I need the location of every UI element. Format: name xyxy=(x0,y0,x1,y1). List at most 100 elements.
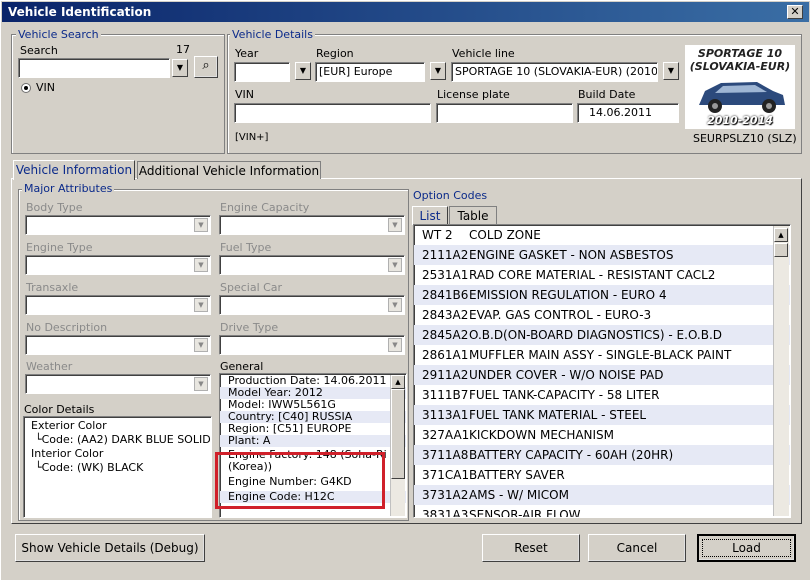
option-code: 327AA1 xyxy=(422,428,470,442)
vehicle-image: SPORTAGE 10 (SLOVAKIA-EUR) 2010-2014 xyxy=(685,45,795,129)
year-dropdown-button[interactable]: ▼ xyxy=(295,62,311,80)
tab-list[interactable]: List xyxy=(412,206,448,225)
option-row[interactable]: 2861A1 MUFFLER MAIN ASSY - SINGLE-BLACK P… xyxy=(414,345,790,365)
transaxle-label: Transaxle xyxy=(26,281,79,294)
drive-type-label: Drive Type xyxy=(220,321,279,334)
option-code: 2911A2 xyxy=(422,368,469,382)
option-code: WT 2 xyxy=(422,228,453,242)
option-desc: BATTERY CAPACITY - 60AH (20HR) xyxy=(469,448,674,462)
tab-table[interactable]: Table xyxy=(449,206,497,224)
vin-radio-label: VIN xyxy=(36,81,55,94)
tab-vehicle-information[interactable]: Vehicle Information xyxy=(13,160,135,180)
highlight-box xyxy=(215,452,385,509)
option-desc: MUFFLER MAIN ASSY - SINGLE-BLACK PAINT xyxy=(469,348,732,362)
transaxle-select[interactable]: ▼ xyxy=(25,295,211,315)
scroll-thumb[interactable] xyxy=(774,243,788,257)
no-description-select[interactable]: ▼ xyxy=(25,335,211,355)
color-details-tree[interactable]: Exterior Color └Code: (AA2) DARK BLUE SO… xyxy=(23,416,212,518)
search-label: Search xyxy=(20,44,58,57)
tab-additional-vehicle-information[interactable]: Additional Vehicle Information xyxy=(137,161,321,179)
search-count: 17 xyxy=(176,43,190,56)
option-code: 2845A2 xyxy=(422,328,469,342)
option-code: 2111A2 xyxy=(422,248,469,262)
interior-color-code[interactable]: └Code: (WK) BLACK xyxy=(24,461,211,475)
search-input[interactable] xyxy=(18,58,170,78)
engine-capacity-label: Engine Capacity xyxy=(220,201,310,214)
vehicle-line-dropdown-button[interactable]: ▼ xyxy=(663,62,679,80)
general-scrollbar[interactable]: ▲ xyxy=(390,375,405,516)
option-codes-scrollbar[interactable]: ▲ xyxy=(773,226,789,516)
option-desc: RAD CORE MATERIAL - RESISTANT CACL2 xyxy=(469,268,716,282)
option-row[interactable]: 2911A2 UNDER COVER - W/O NOISE PAD xyxy=(414,365,790,385)
exterior-color-node[interactable]: Exterior Color xyxy=(24,419,211,433)
no-description-label: No Description xyxy=(26,321,108,334)
option-code: 3711A8 xyxy=(422,448,469,462)
special-car-select[interactable]: ▼ xyxy=(219,295,405,315)
option-row[interactable]: 3111B7 FUEL TANK-CAPACITY - 58 LITER xyxy=(414,385,790,405)
engine-type-select[interactable]: ▼ xyxy=(25,255,211,275)
vehicle-identification-window: Vehicle Identification ✕ Vehicle Search … xyxy=(0,0,811,581)
weather-select[interactable]: ▼ xyxy=(25,374,211,394)
scroll-up-icon[interactable]: ▲ xyxy=(391,375,405,389)
scroll-up-icon[interactable]: ▲ xyxy=(774,228,788,242)
engine-capacity-select[interactable]: ▼ xyxy=(219,215,405,235)
option-row[interactable]: 2843A2 EVAP. GAS CONTROL - EURO-3 xyxy=(414,305,790,325)
option-desc: BATTERY SAVER xyxy=(469,468,565,482)
option-row[interactable]: 327AA1 KICKDOWN MECHANISM xyxy=(414,425,790,445)
tab-list-label: List xyxy=(419,209,441,223)
drive-type-select[interactable]: ▼ xyxy=(219,335,405,355)
body-type-label: Body Type xyxy=(26,201,83,214)
load-button[interactable]: Load xyxy=(697,534,796,562)
option-desc: AMS - W/ MICOM xyxy=(469,488,569,502)
vehicle-image-years: 2010-2014 xyxy=(707,114,773,127)
vehicle-line-field[interactable]: SPORTAGE 10 (SLOVAKIA-EUR) (2010-2 xyxy=(451,62,658,82)
option-desc: SENSOR-AIR FLOW xyxy=(469,508,581,518)
vin-radio[interactable] xyxy=(21,83,31,93)
region-field[interactable]: [EUR] Europe xyxy=(315,62,425,82)
option-desc: COLD ZONE xyxy=(469,228,541,242)
option-row[interactable]: 3831A3 SENSOR-AIR FLOW xyxy=(414,505,790,518)
year-field[interactable] xyxy=(234,62,290,82)
vehicle-image-subtitle: (SLOVAKIA-EUR) xyxy=(689,60,791,73)
license-plate-field[interactable] xyxy=(436,103,573,123)
option-code: 2531A1 xyxy=(422,268,469,282)
option-row[interactable]: 2845A2 O.B.D(ON-BOARD DIAGNOSTICS) - E.O.… xyxy=(414,325,790,345)
vin-plus-link[interactable]: [VIN+] xyxy=(235,132,268,143)
license-plate-label: License plate xyxy=(437,88,510,101)
option-code: 3113A1 xyxy=(422,408,469,422)
search-icon[interactable]: ⌕ xyxy=(194,56,218,78)
vin-field[interactable] xyxy=(234,103,431,123)
fuel-type-select[interactable]: ▼ xyxy=(219,255,405,275)
option-row[interactable]: 3731A2 AMS - W/ MICOM xyxy=(414,485,790,505)
vehicle-image-title: SPORTAGE 10 xyxy=(697,47,783,60)
scroll-thumb[interactable] xyxy=(391,389,405,479)
region-dropdown-button[interactable]: ▼ xyxy=(430,62,446,80)
reset-button[interactable]: Reset xyxy=(482,534,580,562)
interior-color-node[interactable]: Interior Color xyxy=(24,447,211,461)
option-desc: FUEL TANK MATERIAL - STEEL xyxy=(469,408,647,422)
general-row: Plant: A xyxy=(220,435,406,447)
option-codes-list[interactable]: WT 2 COLD ZONE 2111A2 ENGINE GASKET - NON … xyxy=(413,224,791,518)
vehicle-details-label: Vehicle Details xyxy=(230,28,315,41)
option-row[interactable]: 371CA1 BATTERY SAVER xyxy=(414,465,790,485)
option-row[interactable]: 2531A1 RAD CORE MATERIAL - RESISTANT CACL… xyxy=(414,265,790,285)
cancel-button[interactable]: Cancel xyxy=(588,534,686,562)
exterior-color-code[interactable]: └Code: (AA2) DARK BLUE SOLID xyxy=(24,433,211,447)
option-codes-label: Option Codes xyxy=(413,189,488,202)
option-row[interactable]: 3113A1 FUEL TANK MATERIAL - STEEL xyxy=(414,405,790,425)
general-label: General xyxy=(220,360,264,373)
body-type-select[interactable]: ▼ xyxy=(25,215,211,235)
option-row[interactable]: 2111A2 ENGINE GASKET - NON ASBESTOS xyxy=(414,245,790,265)
close-icon[interactable]: ✕ xyxy=(787,5,803,19)
option-code: 2841B6 xyxy=(422,288,469,302)
build-date-field[interactable]: 14.06.2011 xyxy=(577,103,679,123)
option-row[interactable]: 3711A8 BATTERY CAPACITY - 60AH (20HR) xyxy=(414,445,790,465)
option-header-row[interactable]: WT 2 COLD ZONE xyxy=(414,225,790,245)
option-code: 3831A3 xyxy=(422,508,469,518)
search-dropdown-button[interactable]: ▼ xyxy=(172,59,188,77)
region-label: Region xyxy=(316,47,354,60)
vehicle-code: SEURPSLZ10 (SLZ) xyxy=(693,132,797,145)
option-code: 371CA1 xyxy=(422,468,470,482)
show-vehicle-details-debug-button[interactable]: Show Vehicle Details (Debug) xyxy=(15,534,205,562)
option-row[interactable]: 2841B6 EMISSION REGULATION - EURO 4 xyxy=(414,285,790,305)
